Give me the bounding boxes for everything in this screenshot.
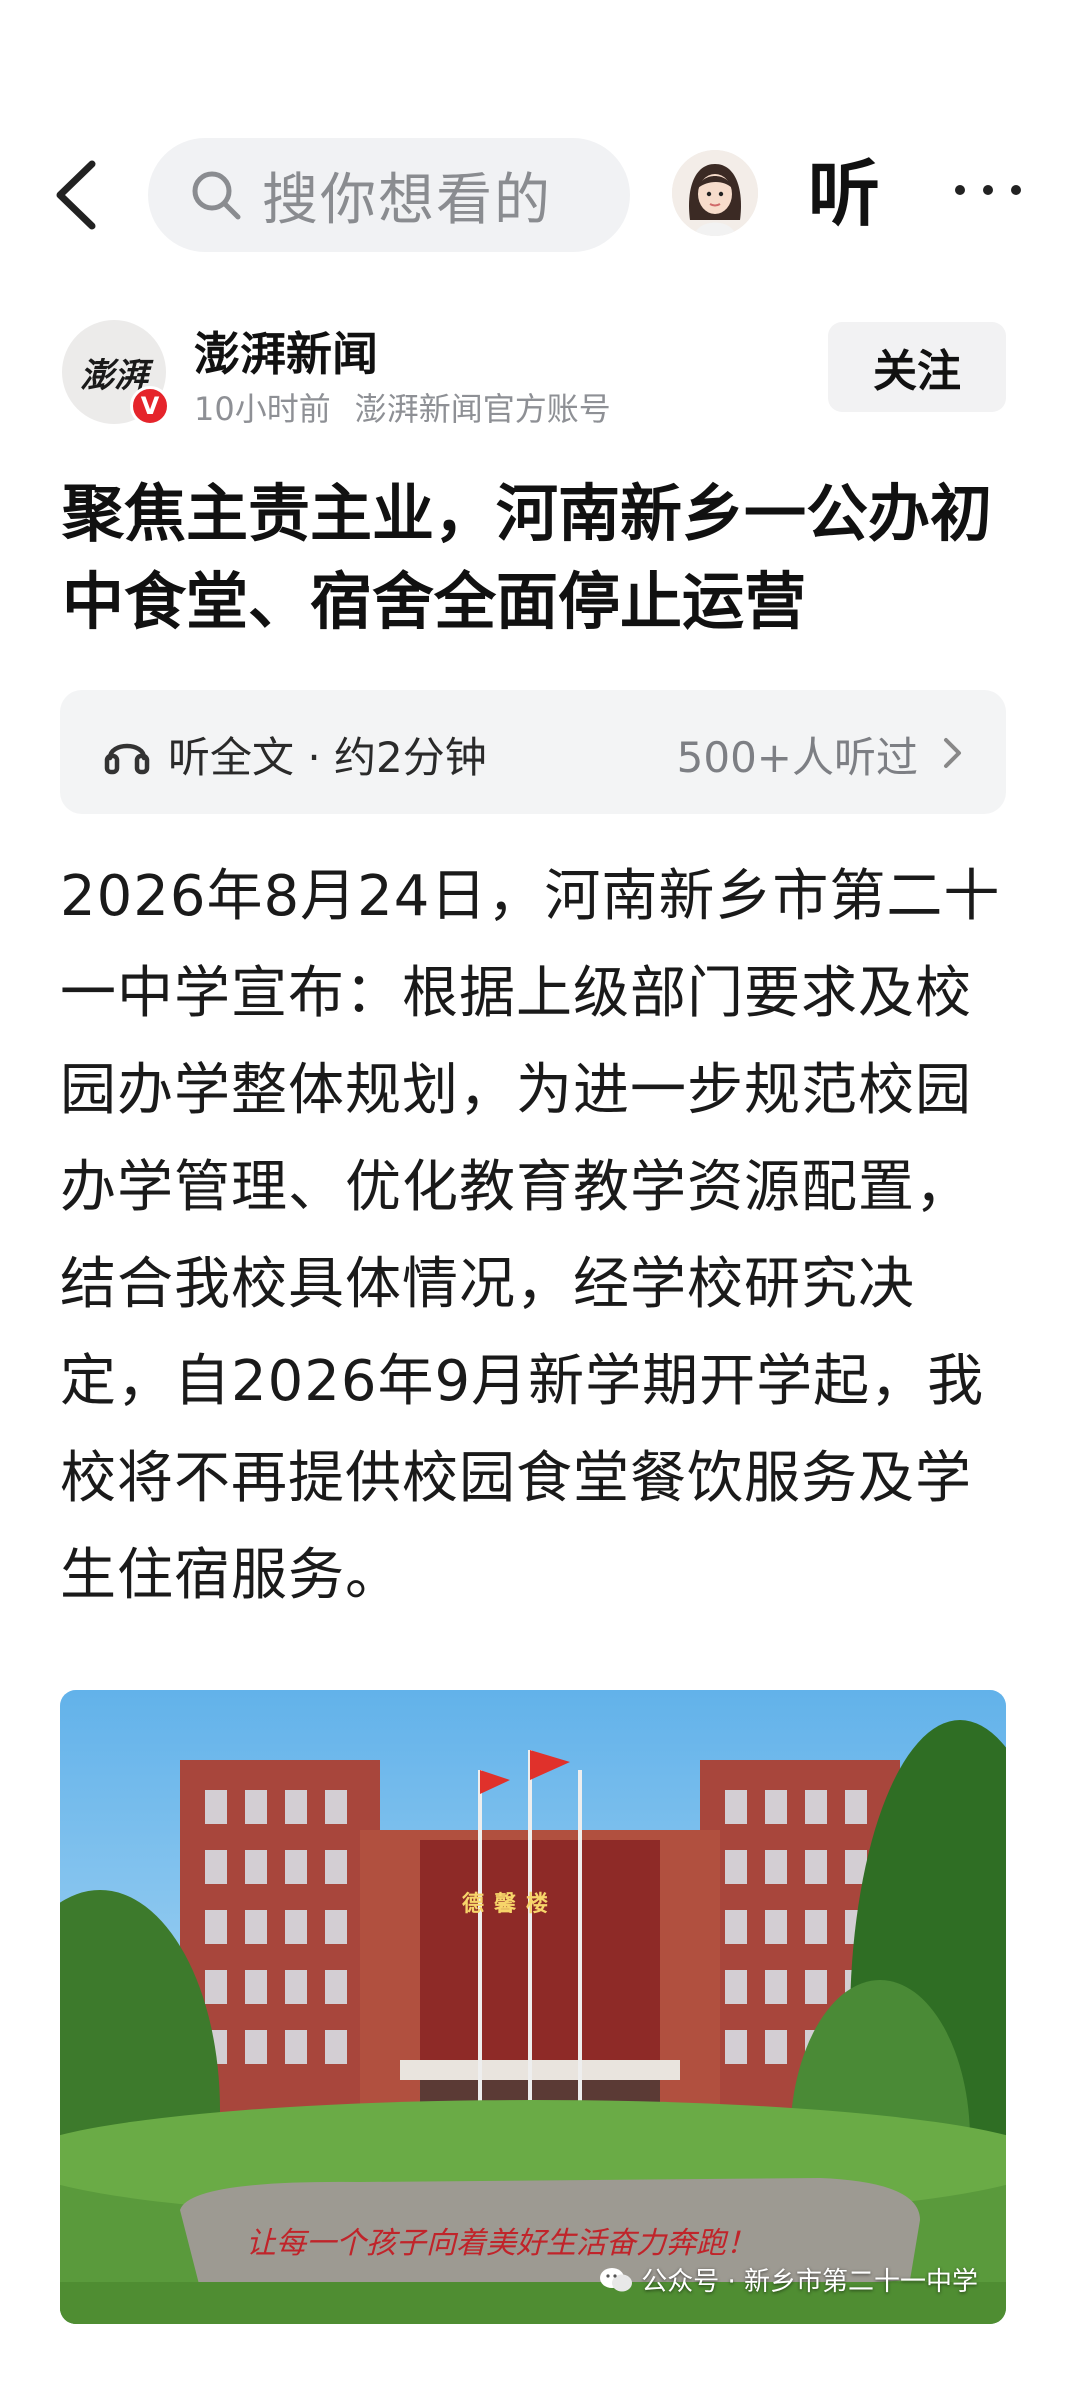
back-icon[interactable] — [48, 158, 108, 232]
watermark-text: 公众号 · 新乡市第二十一中学 — [641, 2267, 978, 2297]
search-icon — [188, 167, 244, 223]
stone-inscription: 让每一个孩子向着美好生活奋力奔跑！ — [246, 2226, 756, 2261]
listen-full-text-bar[interactable]: 听全文 · 约2分钟 500+人听过 — [60, 690, 1006, 814]
article-photo[interactable]: 德馨楼 让每一个孩子向着美好生活奋力奔跑！ 公众号 · 新乡市第二十一中学 — [60, 1690, 1006, 2324]
article-body: 2026年8月24日，河南新乡市第二十一中学宣布：根据上级部门要求及校园办学整体… — [60, 864, 1001, 1608]
listen-avatar-icon[interactable] — [672, 150, 758, 236]
follow-button[interactable]: 关注 — [828, 322, 1006, 412]
article-title: 聚焦主责主业，河南新乡一公办初中食堂、宿舍全面停止运营 — [62, 477, 993, 638]
author-meta: 10小时前 澎湃新闻官方账号 — [194, 384, 611, 430]
building-sign: 德馨楼 — [462, 1892, 559, 1917]
chevron-right-icon — [940, 734, 966, 772]
wechat-icon — [599, 2266, 633, 2294]
headphone-icon — [102, 728, 152, 778]
top-bar: 搜你想看的 听 — [0, 130, 1080, 260]
listen-label: 听全文 · 约2分钟 — [168, 733, 487, 782]
author-name[interactable]: 澎湃新闻 — [194, 318, 378, 384]
search-input[interactable]: 搜你想看的 — [148, 138, 630, 252]
listen-count: 500+人听过 — [676, 733, 918, 782]
listen-button[interactable]: 听 — [808, 154, 880, 234]
search-placeholder: 搜你想看的 — [262, 167, 552, 233]
publish-time: 10小时前 — [194, 390, 331, 428]
account-description: 澎湃新闻官方账号 — [354, 390, 611, 428]
watermark: 公众号 · 新乡市第二十一中学 — [599, 2261, 978, 2298]
verified-icon: V — [130, 386, 170, 426]
more-icon[interactable] — [948, 170, 1028, 210]
author-avatar[interactable]: 澎湃 V — [62, 320, 170, 426]
